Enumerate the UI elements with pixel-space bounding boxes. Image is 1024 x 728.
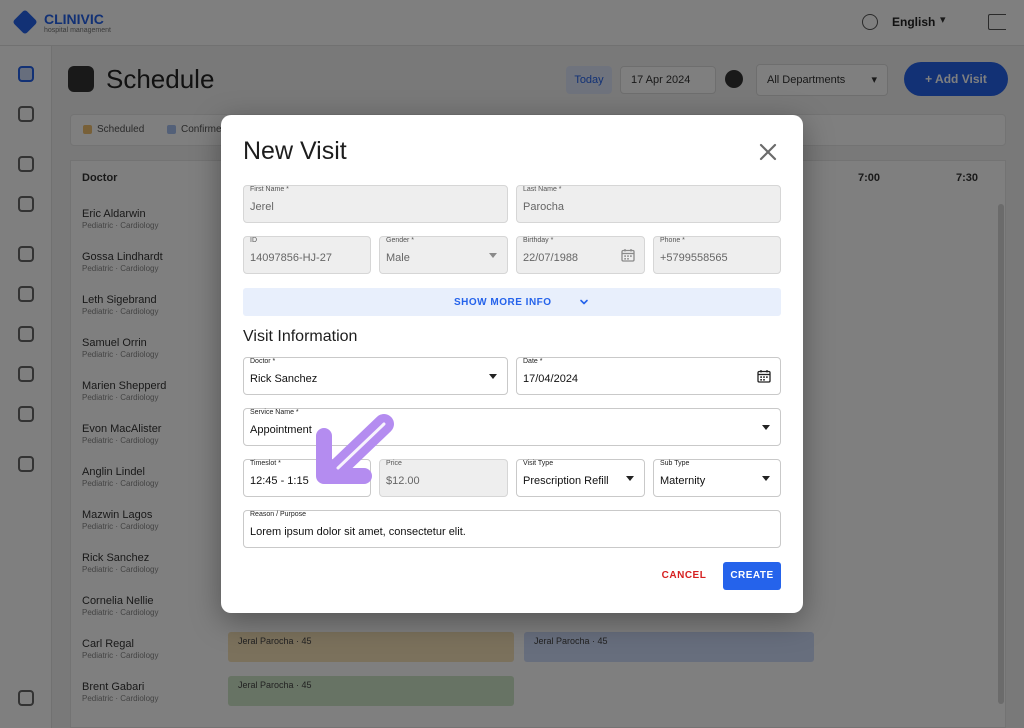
show-more-info-button[interactable]: SHOW MORE INFO: [243, 288, 781, 316]
date-field[interactable]: Date * 17/04/2024: [516, 357, 781, 395]
field-value: 17/04/2024: [523, 373, 579, 385]
chevron-down-icon: [580, 299, 588, 305]
section-title: Visit Information: [243, 328, 358, 345]
phone-field[interactable]: Phone * +5799558565: [653, 236, 781, 274]
sub-type-select[interactable]: Sub Type Maternity: [653, 459, 781, 497]
field-label: Last Name *: [523, 186, 562, 193]
field-label: Reason / Purpose: [250, 511, 307, 518]
field-label: Service Name *: [250, 409, 299, 416]
dialog-title: New Visit: [243, 137, 347, 165]
field-value: Male: [386, 252, 410, 264]
field-value: Rick Sanchez: [250, 373, 318, 385]
field-label: Sub Type: [660, 460, 690, 467]
field-value: 14097856-HJ-27: [250, 252, 332, 264]
calendar-icon[interactable]: [621, 248, 635, 262]
new-visit-dialog: New Visit First Name * Jerel Last Name *…: [221, 115, 803, 613]
annotation-arrow-icon: [316, 414, 394, 484]
last-name-field[interactable]: Last Name * Parocha: [516, 185, 781, 223]
field-label: Doctor *: [250, 358, 276, 365]
field-label: First Name *: [250, 186, 289, 193]
field-value: Parocha: [523, 201, 564, 213]
gender-select[interactable]: Gender * Male: [379, 236, 508, 274]
field-label: Visit Type: [523, 460, 554, 467]
field-label: Birthday *: [523, 237, 554, 244]
field-value: +5799558565: [660, 252, 728, 264]
cancel-button[interactable]: CANCEL: [659, 566, 709, 586]
close-icon[interactable]: [757, 141, 779, 163]
field-label: Date *: [523, 358, 543, 365]
id-field[interactable]: ID 14097856-HJ-27: [243, 236, 371, 274]
field-label: ID: [250, 237, 257, 244]
field-value: Prescription Refill: [523, 475, 609, 487]
dropdown-arrow-icon: [489, 374, 497, 379]
field-value: 22/07/1988: [523, 252, 579, 264]
doctor-select[interactable]: Doctor * Rick Sanchez: [243, 357, 508, 395]
birthday-field[interactable]: Birthday * 22/07/1988: [516, 236, 645, 274]
field-value: Lorem ipsum dolor sit amet, consectetur …: [250, 526, 466, 538]
calendar-icon[interactable]: [757, 369, 771, 383]
first-name-field[interactable]: First Name * Jerel: [243, 185, 508, 223]
field-label: Gender *: [386, 237, 415, 244]
field-value: Appointment: [250, 424, 312, 436]
dropdown-arrow-icon: [626, 476, 634, 481]
field-label: Timeslot *: [250, 460, 281, 467]
dropdown-arrow-icon: [762, 476, 770, 481]
field-value: Jerel: [250, 201, 274, 213]
field-label: Phone *: [660, 237, 685, 244]
field-value: 12:45 - 1:15: [250, 475, 309, 487]
reason-purpose-field[interactable]: Reason / Purpose Lorem ipsum dolor sit a…: [243, 510, 781, 548]
visit-type-select[interactable]: Visit Type Prescription Refill: [516, 459, 645, 497]
field-value: Maternity: [660, 475, 706, 487]
show-more-label: SHOW MORE INFO: [454, 297, 552, 308]
create-button[interactable]: CREATE: [723, 562, 781, 590]
dropdown-arrow-icon: [489, 253, 497, 258]
dropdown-arrow-icon: [762, 425, 770, 430]
